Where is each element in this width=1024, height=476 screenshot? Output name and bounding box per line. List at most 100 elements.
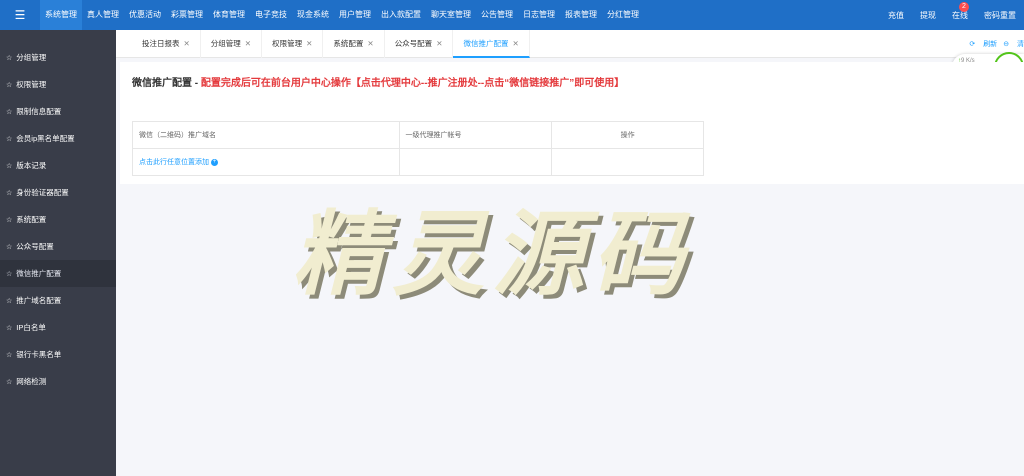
top-bar: ☰ 系统管理 真人管理 优惠活动 彩票管理 体育管理 电子竞技 现金系统 用户管… [0, 0, 1024, 30]
star-icon: ☆ [6, 243, 13, 251]
sidebar-item-official-account[interactable]: ☆ 公众号配置 [0, 233, 116, 260]
sidebar-item-wechat-promo[interactable]: ☆ 微信推广配置 [0, 260, 116, 287]
table-cell[interactable] [551, 148, 704, 176]
sidebar-item-system-config[interactable]: ☆ 系统配置 [0, 206, 116, 233]
sidebar-item-ip-blacklist[interactable]: ☆ 会员ip黑名单配置 [0, 125, 116, 152]
tab-system-config[interactable]: 系统配置 ✕ [323, 29, 385, 58]
topnav-deposit-config[interactable]: 出入款配置 [376, 0, 426, 30]
online-badge: 2 [959, 1, 969, 12]
refresh-button[interactable]: ⟳ 刷新 [969, 39, 997, 49]
sidebar: ☆ 分组管理 ☆ 权限管理 ☆ 限制信息配置 ☆ 会员ip黑名单配置 ☆ 版本记录 ☆ 身份… [0, 30, 116, 476]
promo-config-table: 微信（二维码）推广域名 一级代理推广帐号 操作 点击此行任意位置添加 + [132, 121, 704, 176]
add-row[interactable]: 点击此行任意位置添加 + [132, 148, 704, 176]
topnav-esports[interactable]: 电子竞技 [250, 0, 292, 30]
star-icon: ☆ [6, 297, 13, 305]
password-reset-link[interactable]: 密码重置 [976, 10, 1024, 21]
sidebar-item-permissions[interactable]: ☆ 权限管理 [0, 71, 116, 98]
topnav-users[interactable]: 用户管理 [334, 0, 376, 30]
star-icon: ☆ [6, 216, 13, 224]
sidebar-item-groups[interactable]: ☆ 分组管理 [0, 44, 116, 71]
topnav-live[interactable]: 真人管理 [82, 0, 124, 30]
sidebar-item-ip-whitelist[interactable]: ☆ IP白名单 [0, 314, 116, 341]
add-row-label: 点击此行任意位置添加 [139, 159, 209, 166]
tab-permissions[interactable]: 权限管理 ✕ [262, 29, 324, 58]
sidebar-item-network-check[interactable]: ☆ 网络检测 [0, 368, 116, 395]
close-icon[interactable]: ✕ [367, 39, 373, 48]
tab-groups[interactable]: 分组管理 ✕ [201, 29, 263, 58]
sidebar-item-label: 系统配置 [16, 215, 47, 224]
star-icon: ☆ [6, 162, 13, 170]
tab-bet-daily-report[interactable]: 投注日报表 ✕ [132, 29, 201, 58]
tab-bar: 投注日报表 ✕ 分组管理 ✕ 权限管理 ✕ 系统配置 ✕ 公众号配置 ✕ 微信推广配置 ✕ … [116, 29, 1024, 58]
refresh-label: 刷新 [983, 41, 998, 48]
page-title-separator: - [194, 78, 199, 89]
sidebar-item-label: IP白名单 [16, 323, 46, 332]
sidebar-item-label: 银行卡黑名单 [16, 350, 62, 359]
sidebar-item-label: 分组管理 [16, 53, 47, 62]
sidebar-item-label: 公众号配置 [16, 242, 54, 251]
close-icon[interactable]: ✕ [436, 39, 442, 48]
topnav-reports[interactable]: 报表管理 [560, 0, 602, 30]
sidebar-item-label: 推广域名配置 [16, 296, 62, 305]
topnav-logs[interactable]: 日志管理 [518, 0, 560, 30]
top-right-menu: 充值 提现 在线 2 密码重置 [880, 0, 1024, 30]
topnav-promo[interactable]: 优惠活动 [124, 0, 166, 30]
star-icon: ☆ [6, 324, 13, 332]
recharge-link[interactable]: 充值 [880, 10, 912, 21]
online-link[interactable]: 在线 2 [944, 1, 976, 21]
tab-wechat-promo[interactable]: 微信推广配置 ✕ [453, 29, 530, 58]
close-icon[interactable]: ✕ [512, 39, 518, 48]
topnav-dividend[interactable]: 分红管理 [602, 0, 644, 30]
star-icon: ☆ [6, 108, 13, 116]
sidebar-item-authenticator[interactable]: ☆ 身份验证器配置 [0, 179, 116, 206]
tab-label: 投注日报表 [142, 38, 180, 48]
tab-label: 系统配置 [333, 38, 364, 48]
star-icon: ☆ [6, 54, 13, 62]
sidebar-item-label: 限制信息配置 [16, 107, 62, 116]
star-icon: ☆ [6, 378, 13, 386]
close-icon[interactable]: ✕ [306, 39, 312, 48]
tab-label: 微信推广配置 [463, 38, 509, 48]
topnav-lottery[interactable]: 彩票管理 [166, 0, 208, 30]
sidebar-item-promo-domain[interactable]: ☆ 推广域名配置 [0, 287, 116, 314]
page-title: 微信推广配置 - 配置完成后可在前台用户中心操作【点击代理中心--推广注册处--… [132, 74, 624, 89]
topnav-notice[interactable]: 公告管理 [476, 0, 518, 30]
topnav-system[interactable]: 系统管理 [40, 0, 82, 30]
sidebar-item-label: 权限管理 [16, 80, 47, 89]
column-header-actions: 操作 [551, 121, 704, 149]
tab-official-account[interactable]: 公众号配置 ✕ [385, 29, 454, 58]
table-cell[interactable] [398, 148, 553, 176]
sidebar-item-label: 网络检测 [16, 377, 47, 386]
tab-label: 分组管理 [210, 38, 241, 48]
topnav-cash[interactable]: 现金系统 [292, 0, 334, 30]
sidebar-item-label: 版本记录 [16, 161, 47, 170]
menu-icon[interactable]: ☰ [0, 0, 40, 30]
star-icon: ☆ [6, 189, 13, 197]
star-icon: ☆ [6, 351, 13, 359]
clear-label: 清 [1017, 41, 1024, 48]
page-title-text: 微信推广配置 [132, 78, 192, 89]
watermark: 精灵源码 [292, 201, 693, 308]
close-icon[interactable]: ✕ [184, 39, 190, 48]
sidebar-item-limit-config[interactable]: ☆ 限制信息配置 [0, 98, 116, 125]
plus-icon: + [211, 158, 218, 166]
add-row-cell[interactable]: 点击此行任意位置添加 + [132, 148, 400, 176]
clear-button[interactable]: ⊖ 清 [1003, 39, 1024, 49]
tab-label: 权限管理 [272, 38, 303, 48]
column-header-domain: 微信（二维码）推广域名 [132, 121, 400, 149]
withdraw-link[interactable]: 提现 [912, 10, 944, 21]
star-icon: ☆ [6, 81, 13, 89]
sidebar-item-bank-blacklist[interactable]: ☆ 银行卡黑名单 [0, 341, 116, 368]
sidebar-item-label: 会员ip黑名单配置 [16, 134, 75, 143]
close-icon[interactable]: ✕ [245, 39, 251, 48]
tab-label: 公众号配置 [394, 38, 433, 48]
online-label: 在线 [952, 10, 968, 20]
add-row-link[interactable]: 点击此行任意位置添加 + [139, 157, 218, 167]
table-header-row: 微信（二维码）推广域名 一级代理推广帐号 操作 [132, 121, 704, 149]
sidebar-item-label: 身份验证器配置 [16, 188, 69, 197]
star-icon: ☆ [6, 135, 13, 143]
top-nav: 系统管理 真人管理 优惠活动 彩票管理 体育管理 电子竞技 现金系统 用户管理 … [40, 0, 644, 30]
sidebar-item-version-log[interactable]: ☆ 版本记录 [0, 152, 116, 179]
topnav-sports[interactable]: 体育管理 [208, 0, 250, 30]
topnav-chatroom[interactable]: 聊天室管理 [426, 0, 476, 30]
